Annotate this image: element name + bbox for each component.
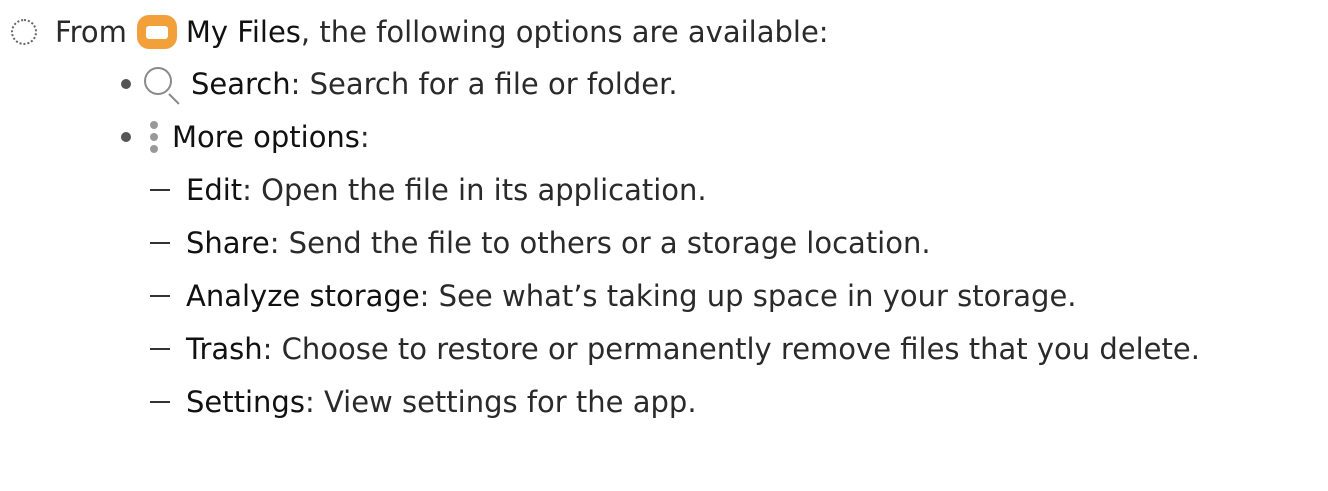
more-option-label: Settings (186, 385, 305, 419)
search-icon (144, 65, 182, 105)
dash-icon (150, 401, 170, 403)
more-option-trash: Trash : Choose to restore or permanently… (150, 329, 1200, 369)
more-option-label: Share (186, 226, 270, 260)
more-option-description: : Send the file to others or a storage l… (269, 226, 931, 260)
bullet-icon (121, 132, 131, 142)
dash-icon (150, 348, 170, 350)
more-option-label: Analyze storage (186, 279, 420, 313)
option-more-options: More options : (121, 117, 370, 157)
more-option-settings: Settings : View settings for the app. (150, 382, 697, 422)
option-label: Search (191, 67, 291, 101)
option-description: : (359, 120, 370, 154)
dash-icon (150, 295, 170, 297)
more-option-analyze-storage: Analyze storage : See what’s taking up s… (150, 276, 1077, 316)
more-option-description: : Open the file in its application. (242, 173, 707, 207)
more-options-icon (144, 117, 164, 157)
intro-suffix: , the following options are available: (300, 15, 829, 49)
bullet-icon (121, 79, 131, 89)
intro-prefix: From (55, 15, 127, 49)
more-option-description: : See what’s taking up space in your sto… (419, 279, 1077, 313)
option-description: : Search for a file or folder. (290, 67, 678, 101)
app-name: My Files (185, 15, 301, 49)
dash-icon (150, 242, 170, 244)
step-circle-icon (11, 19, 37, 45)
more-option-label: Edit (186, 173, 243, 207)
option-label: More options (172, 120, 360, 154)
more-option-label: Trash (186, 332, 263, 366)
more-option-share: Share : Send the file to others or a sto… (150, 223, 931, 263)
more-option-description: : Choose to restore or permanently remov… (262, 332, 1200, 366)
more-option-edit: Edit : Open the file in its application. (150, 170, 707, 210)
dash-icon (150, 189, 170, 191)
more-option-description: : View settings for the app. (304, 385, 697, 419)
my-files-folder-icon (136, 15, 177, 49)
option-search: Search : Search for a file or folder. (121, 64, 678, 105)
intro-line: From My Files , the following options ar… (0, 12, 829, 52)
